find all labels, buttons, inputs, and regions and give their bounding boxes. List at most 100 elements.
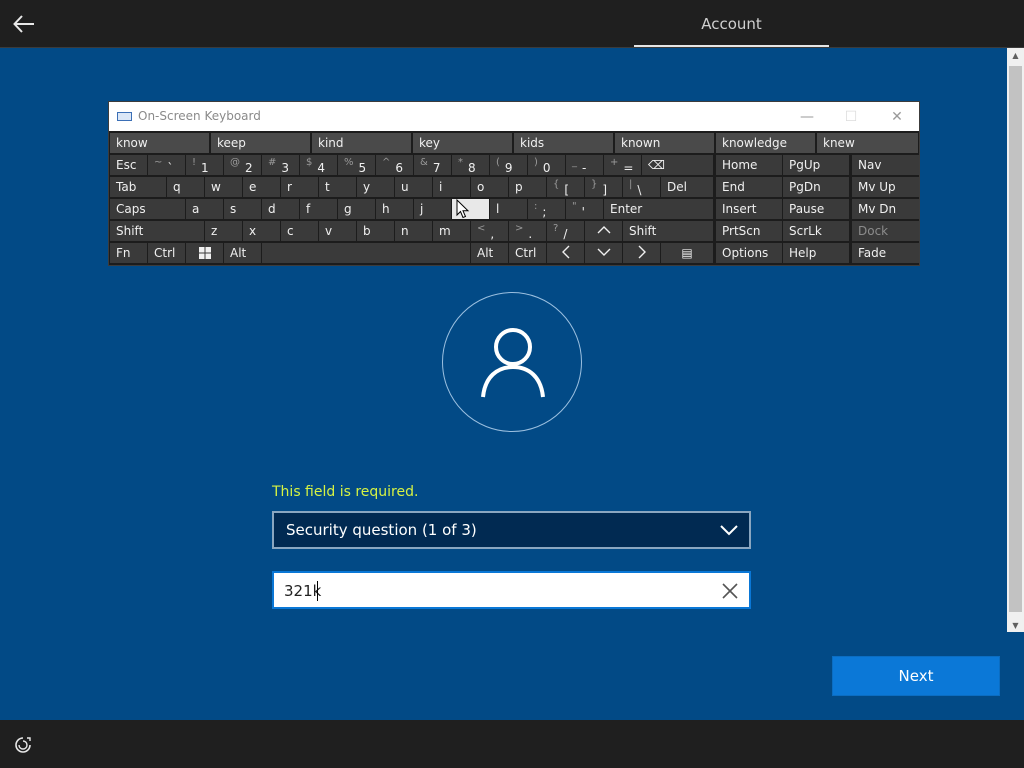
suggestion-item[interactable]: known [615, 133, 714, 153]
key-b[interactable]: b [357, 221, 394, 241]
key-semicolon[interactable]: :; [528, 199, 565, 219]
key-ctrl-left[interactable]: Ctrl [148, 243, 185, 263]
key-pause[interactable]: Pause [783, 199, 849, 219]
key-del[interactable]: Del [661, 177, 713, 197]
key-esc[interactable]: Esc [110, 155, 147, 175]
osk-title-bar[interactable]: On-Screen Keyboard — ☐ ✕ [109, 102, 919, 131]
maximize-button[interactable]: ☐ [829, 102, 873, 131]
key-comma[interactable]: <, [471, 221, 508, 241]
key-n[interactable]: n [395, 221, 432, 241]
key-x[interactable]: x [243, 221, 280, 241]
suggestion-item[interactable]: know [110, 133, 209, 153]
key-period[interactable]: >. [509, 221, 546, 241]
key-lbracket[interactable]: {[ [547, 177, 584, 197]
key-rbracket[interactable]: }] [585, 177, 622, 197]
key-6[interactable]: ^ 6 [376, 155, 413, 175]
key-slash[interactable]: ? / [547, 221, 584, 241]
key-equals[interactable]: + = [604, 155, 641, 175]
menu-key-icon[interactable]: ▤ [661, 243, 713, 263]
key-t[interactable]: t [319, 177, 356, 197]
key-s[interactable]: s [224, 199, 261, 219]
arrow-left-icon[interactable] [547, 243, 584, 263]
key-pgdn[interactable]: PgDn [783, 177, 849, 197]
scroll-thumb[interactable] [1009, 66, 1022, 612]
key-r[interactable]: r [281, 177, 318, 197]
suggestion-item[interactable]: keep [211, 133, 310, 153]
key-dock[interactable]: Dock [852, 221, 919, 241]
key-u[interactable]: u [395, 177, 432, 197]
key-5[interactable]: % 5 [338, 155, 375, 175]
key-c[interactable]: c [281, 221, 318, 241]
suggestion-item[interactable]: kind [312, 133, 411, 153]
key-pgup[interactable]: PgUp [783, 155, 849, 175]
key-1[interactable]: ! 1 [186, 155, 223, 175]
key-z[interactable]: z [205, 221, 242, 241]
key-h[interactable]: h [376, 199, 413, 219]
tab-account[interactable]: Account [634, 0, 829, 48]
key-4[interactable]: $4 [300, 155, 337, 175]
security-answer-input[interactable]: 321k [272, 571, 751, 609]
key-end[interactable]: End [716, 177, 782, 197]
key-2[interactable]: @2 [224, 155, 261, 175]
key-3[interactable]: #3 [262, 155, 299, 175]
key-d[interactable]: d [262, 199, 299, 219]
key-scrlk[interactable]: ScrLk [783, 221, 849, 241]
close-button[interactable]: ✕ [875, 102, 919, 131]
key-0[interactable]: ) 0 [528, 155, 565, 175]
key-m[interactable]: m [433, 221, 470, 241]
key-i[interactable]: i [433, 177, 470, 197]
scroll-down-icon[interactable]: ▼ [1007, 618, 1024, 632]
key-enter[interactable]: Enter [604, 199, 713, 219]
key-fade[interactable]: Fade [852, 243, 919, 263]
security-question-dropdown[interactable]: Security question (1 of 3) [272, 511, 751, 549]
key-minus[interactable]: _ - [566, 155, 603, 175]
key-a[interactable]: a [186, 199, 223, 219]
key-nav[interactable]: Nav [852, 155, 919, 175]
suggestion-item[interactable]: key [413, 133, 512, 153]
key-fn[interactable]: Fn [110, 243, 147, 263]
key-mvup[interactable]: Mv Up [852, 177, 919, 197]
clear-icon[interactable] [721, 582, 739, 600]
key-o[interactable]: o [471, 177, 508, 197]
key-v[interactable]: v [319, 221, 356, 241]
key-windows[interactable] [186, 243, 223, 263]
key-shift-right[interactable]: Shift [623, 221, 713, 241]
key-shift-left[interactable]: Shift [110, 221, 204, 241]
scrollbar[interactable]: ▲ ▼ [1007, 48, 1024, 632]
key-tab[interactable]: Tab [110, 177, 166, 197]
key-j[interactable]: j [414, 199, 451, 219]
key-space[interactable] [262, 243, 470, 263]
arrow-down-icon[interactable] [585, 243, 622, 263]
key-w[interactable]: w [205, 177, 242, 197]
arrow-right-icon[interactable] [623, 243, 660, 263]
key-options[interactable]: Options [716, 243, 782, 263]
key-l[interactable]: l [490, 199, 527, 219]
scroll-up-icon[interactable]: ▲ [1007, 48, 1024, 62]
key-prtscn[interactable]: PrtScn [716, 221, 782, 241]
arrow-up-icon[interactable] [585, 221, 622, 241]
key-caps[interactable]: Caps [110, 199, 185, 219]
key-g[interactable]: g [338, 199, 375, 219]
key-7[interactable]: & 7 [414, 155, 451, 175]
key-9[interactable]: (9 [490, 155, 527, 175]
key-f[interactable]: f [300, 199, 337, 219]
key-insert[interactable]: Insert [716, 199, 782, 219]
key-p[interactable]: p [509, 177, 546, 197]
next-button[interactable]: Next [832, 656, 1000, 696]
suggestion-item[interactable]: knew [817, 133, 918, 153]
suggestion-item[interactable]: kids [514, 133, 613, 153]
key-8[interactable]: * 8 [452, 155, 489, 175]
key-y[interactable]: y [357, 177, 394, 197]
minimize-button[interactable]: — [785, 102, 829, 131]
key-alt-right[interactable]: Alt [471, 243, 508, 263]
key-quote[interactable]: " ' [566, 199, 603, 219]
key-ctrl-right[interactable]: Ctrl [509, 243, 546, 263]
key-alt-left[interactable]: Alt [224, 243, 261, 263]
back-button[interactable] [10, 10, 38, 38]
key-e[interactable]: e [243, 177, 280, 197]
key-backslash[interactable]: | \ [623, 177, 660, 197]
key-tilde[interactable]: ~ ` [148, 155, 185, 175]
suggestion-item[interactable]: knowledge [716, 133, 815, 153]
key-mvdn[interactable]: Mv Dn [852, 199, 919, 219]
key-help[interactable]: Help [783, 243, 849, 263]
